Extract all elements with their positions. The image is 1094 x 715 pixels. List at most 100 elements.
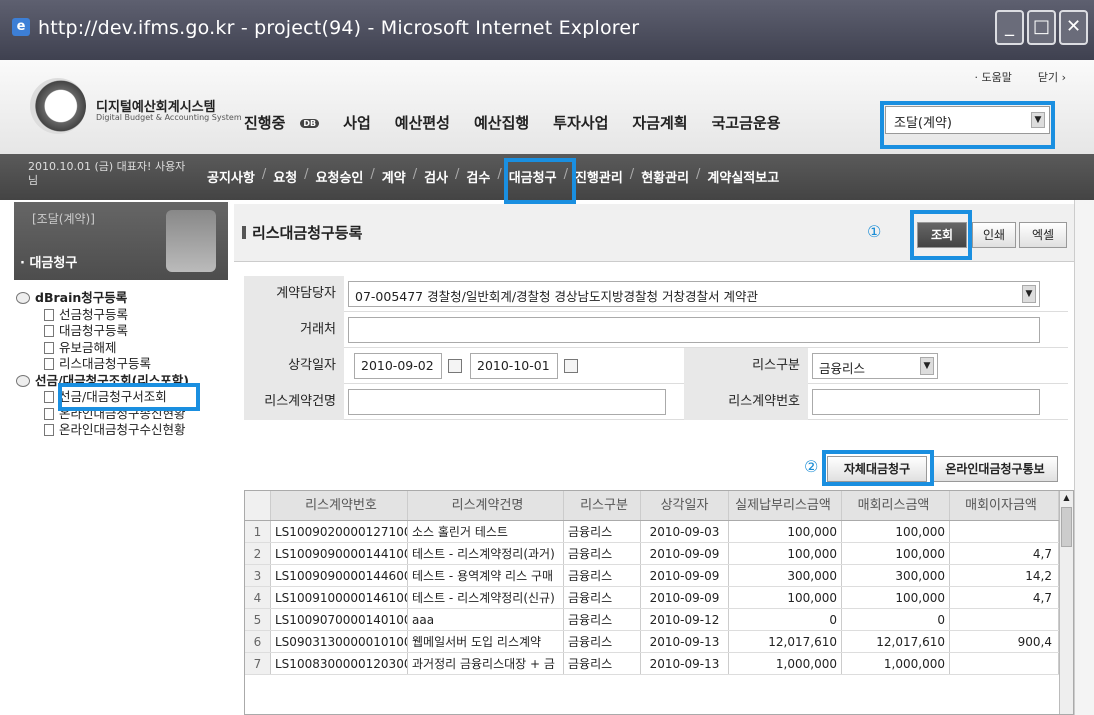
sidebar-section: [조달(계약)] <box>32 212 95 226</box>
tree-item-claim-doc-inquiry[interactable]: 선금/대금청구서조회 <box>14 389 240 406</box>
excel-button[interactable]: 엑셀 <box>1019 222 1067 248</box>
table-cell: LS0903130000010100 <box>271 631 408 652</box>
nav-item-budget-formation[interactable]: 예산편성 <box>383 112 462 133</box>
document-icon <box>44 325 54 337</box>
sale-date-from-input[interactable]: 2010-09-02 <box>354 353 442 379</box>
lease-name-label: 리스계약건명 <box>244 384 344 420</box>
self-claim-button[interactable]: 자체대금청구 <box>827 456 927 482</box>
tree-item-online-receive-status[interactable]: 온라인대금청구수신현황 <box>14 422 240 439</box>
sale-date-to-input[interactable]: 2010-10-01 <box>470 353 558 379</box>
tree-item-lease-payment-claim[interactable]: 리스대금청구등록 <box>14 356 240 373</box>
nav-item-budget-execution[interactable]: 예산집행 <box>462 112 541 133</box>
subnav-item-inspection[interactable]: 검사 <box>419 167 453 186</box>
column-header[interactable]: 매회이자금액 <box>950 491 1059 520</box>
calendar-icon[interactable] <box>564 359 578 373</box>
table-cell: 100,000 <box>842 587 950 608</box>
table-scrollbar[interactable]: ▲ <box>1059 491 1073 714</box>
nav-item-fund-plan[interactable]: 자금계획 <box>620 112 699 133</box>
table-cell <box>950 653 1059 674</box>
divider: / <box>304 167 309 182</box>
table-cell: 금융리스 <box>564 543 641 564</box>
tree-item-claim-inquiry[interactable]: 선금/대금청구조회(리스포함) <box>14 373 240 390</box>
column-header[interactable]: 리스계약번호 <box>271 491 408 520</box>
page-scrollbar[interactable] <box>1074 200 1094 715</box>
tree-item-payment-claim[interactable]: 대금청구등록 <box>14 323 240 340</box>
column-header[interactable]: 리스구분 <box>564 491 641 520</box>
column-header[interactable]: 상각일자 <box>641 491 729 520</box>
tree-item-advance-claim[interactable]: 선금청구등록 <box>14 307 240 324</box>
table-row[interactable]: 6 LS0903130000010100 웹메일서버 도입 리스계약 금융리스 2010… <box>245 631 1073 653</box>
lease-name-input[interactable] <box>348 389 666 415</box>
document-icon <box>44 341 54 354</box>
table-row[interactable]: 1 LS1009020000127100 소스 홀린거 테스트 금융리스 2010-09… <box>245 521 1073 543</box>
search-button[interactable]: 조회 <box>917 222 967 248</box>
subnav-item-status[interactable]: 현황관리 <box>636 167 694 186</box>
table-cell: 100,000 <box>842 543 950 564</box>
table-row[interactable]: 5 LS1009070000140100 aaa 금융리스 2010-09-12 0 0 <box>245 609 1073 631</box>
maximize-icon[interactable]: □ <box>1027 10 1056 45</box>
tree-item-dbrain-claim[interactable]: dBrain청구등록 <box>14 290 240 307</box>
nav-item-investment[interactable]: 투자사업 <box>541 112 620 133</box>
table-cell: 2010-09-13 <box>641 631 729 652</box>
tree-item-online-send-status[interactable]: 온라인대금청구송신현황 <box>14 406 240 423</box>
lease-type-value: 금융리스 <box>819 361 866 376</box>
subnav-item-performance-report[interactable]: 계약실적보고 <box>702 167 784 186</box>
divider: / <box>563 167 568 182</box>
table-cell: 0 <box>842 609 950 630</box>
table-cell: 금융리스 <box>564 521 641 542</box>
row-number: 3 <box>245 565 271 586</box>
help-link[interactable]: · 도움말 <box>975 69 1012 85</box>
close-icon[interactable]: ✕ <box>1059 10 1088 45</box>
vendor-input[interactable] <box>348 317 1040 343</box>
column-header[interactable]: 매회리스금액 <box>842 491 950 520</box>
nav-item-treasury[interactable]: 국고금운용 <box>700 112 793 133</box>
subnav-item-progress[interactable]: 진행관리 <box>570 167 628 186</box>
table-cell: 2010-09-13 <box>641 653 729 674</box>
table-cell <box>950 521 1059 542</box>
nav-item-project[interactable]: 사업 <box>331 112 383 133</box>
document-icon <box>44 308 54 321</box>
table-cell: 12,017,610 <box>729 631 842 652</box>
online-notice-button[interactable]: 온라인대금청구통보 <box>932 456 1058 482</box>
table-cell: 900,4 <box>950 631 1059 652</box>
document-icon <box>44 424 54 436</box>
nav-badge: DB <box>300 119 320 128</box>
divider: / <box>261 167 267 182</box>
subnav-item-request[interactable]: 요청 <box>268 167 302 186</box>
subnav-item-contract[interactable]: 계약 <box>377 167 411 186</box>
subnav-item-notice[interactable]: 공지사항 <box>202 167 260 186</box>
print-button[interactable]: 인쇄 <box>972 222 1016 248</box>
row-number: 5 <box>245 609 271 630</box>
sidebar: [조달(계약)] · 대금청구 dBrain청구등록 선금청구등록 대금청구등록… <box>14 202 228 715</box>
tree-item-retention-release[interactable]: 유보금해제 <box>14 340 240 357</box>
step-marker-2: ② <box>804 457 819 476</box>
contract-manager-select[interactable]: 07-005477 경찰청/일반회계/경찰청 경상남도지방경찰청 거창경찰서 계… <box>348 281 1040 307</box>
tree-item-label: 유보금해제 <box>59 339 117 355</box>
table-cell: 금융리스 <box>564 587 641 608</box>
chevron-up-icon[interactable]: ▲ <box>1061 492 1072 504</box>
row-number-header <box>245 491 271 520</box>
table-row[interactable]: 4 LS1009100000146100 테스트 - 리스계약정리(신규) 금융리스 2… <box>245 587 1073 609</box>
table-row[interactable]: 3 LS1009090000144600 테스트 - 용역계약 리스 구매 금융리스 2… <box>245 565 1073 587</box>
nav-item-inprogress[interactable]: 진행중 DB <box>220 112 331 133</box>
mode-select[interactable]: 조달(계약) ▼ <box>885 106 1050 134</box>
window-controls: _ □ ✕ <box>995 10 1088 45</box>
column-header[interactable]: 리스계약건명 <box>408 491 564 520</box>
table-cell: 테스트 - 리스계약정리(신규) <box>408 587 564 608</box>
table-row[interactable]: 7 LS1008300000120300 과거정리 금융리스대장 + 금 금융리스 20… <box>245 653 1073 675</box>
subnav-item-acceptance[interactable]: 검수 <box>461 167 495 186</box>
table-row[interactable]: 2 LS1009090000144100 테스트 - 리스계약정리(과거) 금융리스 2… <box>245 543 1073 565</box>
calendar-icon[interactable] <box>448 359 462 373</box>
contract-manager-value: 07-005477 경찰청/일반회계/경찰청 경상남도지방경찰청 거창경찰서 계… <box>355 289 758 304</box>
column-header[interactable]: 실제납부리스금액 <box>729 491 842 520</box>
tree-item-label: 선금/대금청구서조회 <box>59 389 167 404</box>
lease-no-input[interactable] <box>812 389 1040 415</box>
close-link[interactable]: 닫기 › <box>1038 69 1066 85</box>
minimize-icon[interactable]: _ <box>995 10 1024 45</box>
subnav-item-payment-claim[interactable]: 대금청구 <box>504 167 562 186</box>
scrollbar-thumb[interactable] <box>1061 507 1072 547</box>
lease-type-select[interactable]: 금융리스 ▼ <box>812 353 938 379</box>
subnav-item-request-approval[interactable]: 요청승인 <box>311 167 369 186</box>
table-cell: 금융리스 <box>564 609 641 630</box>
table-cell: 소스 홀린거 테스트 <box>408 521 564 542</box>
